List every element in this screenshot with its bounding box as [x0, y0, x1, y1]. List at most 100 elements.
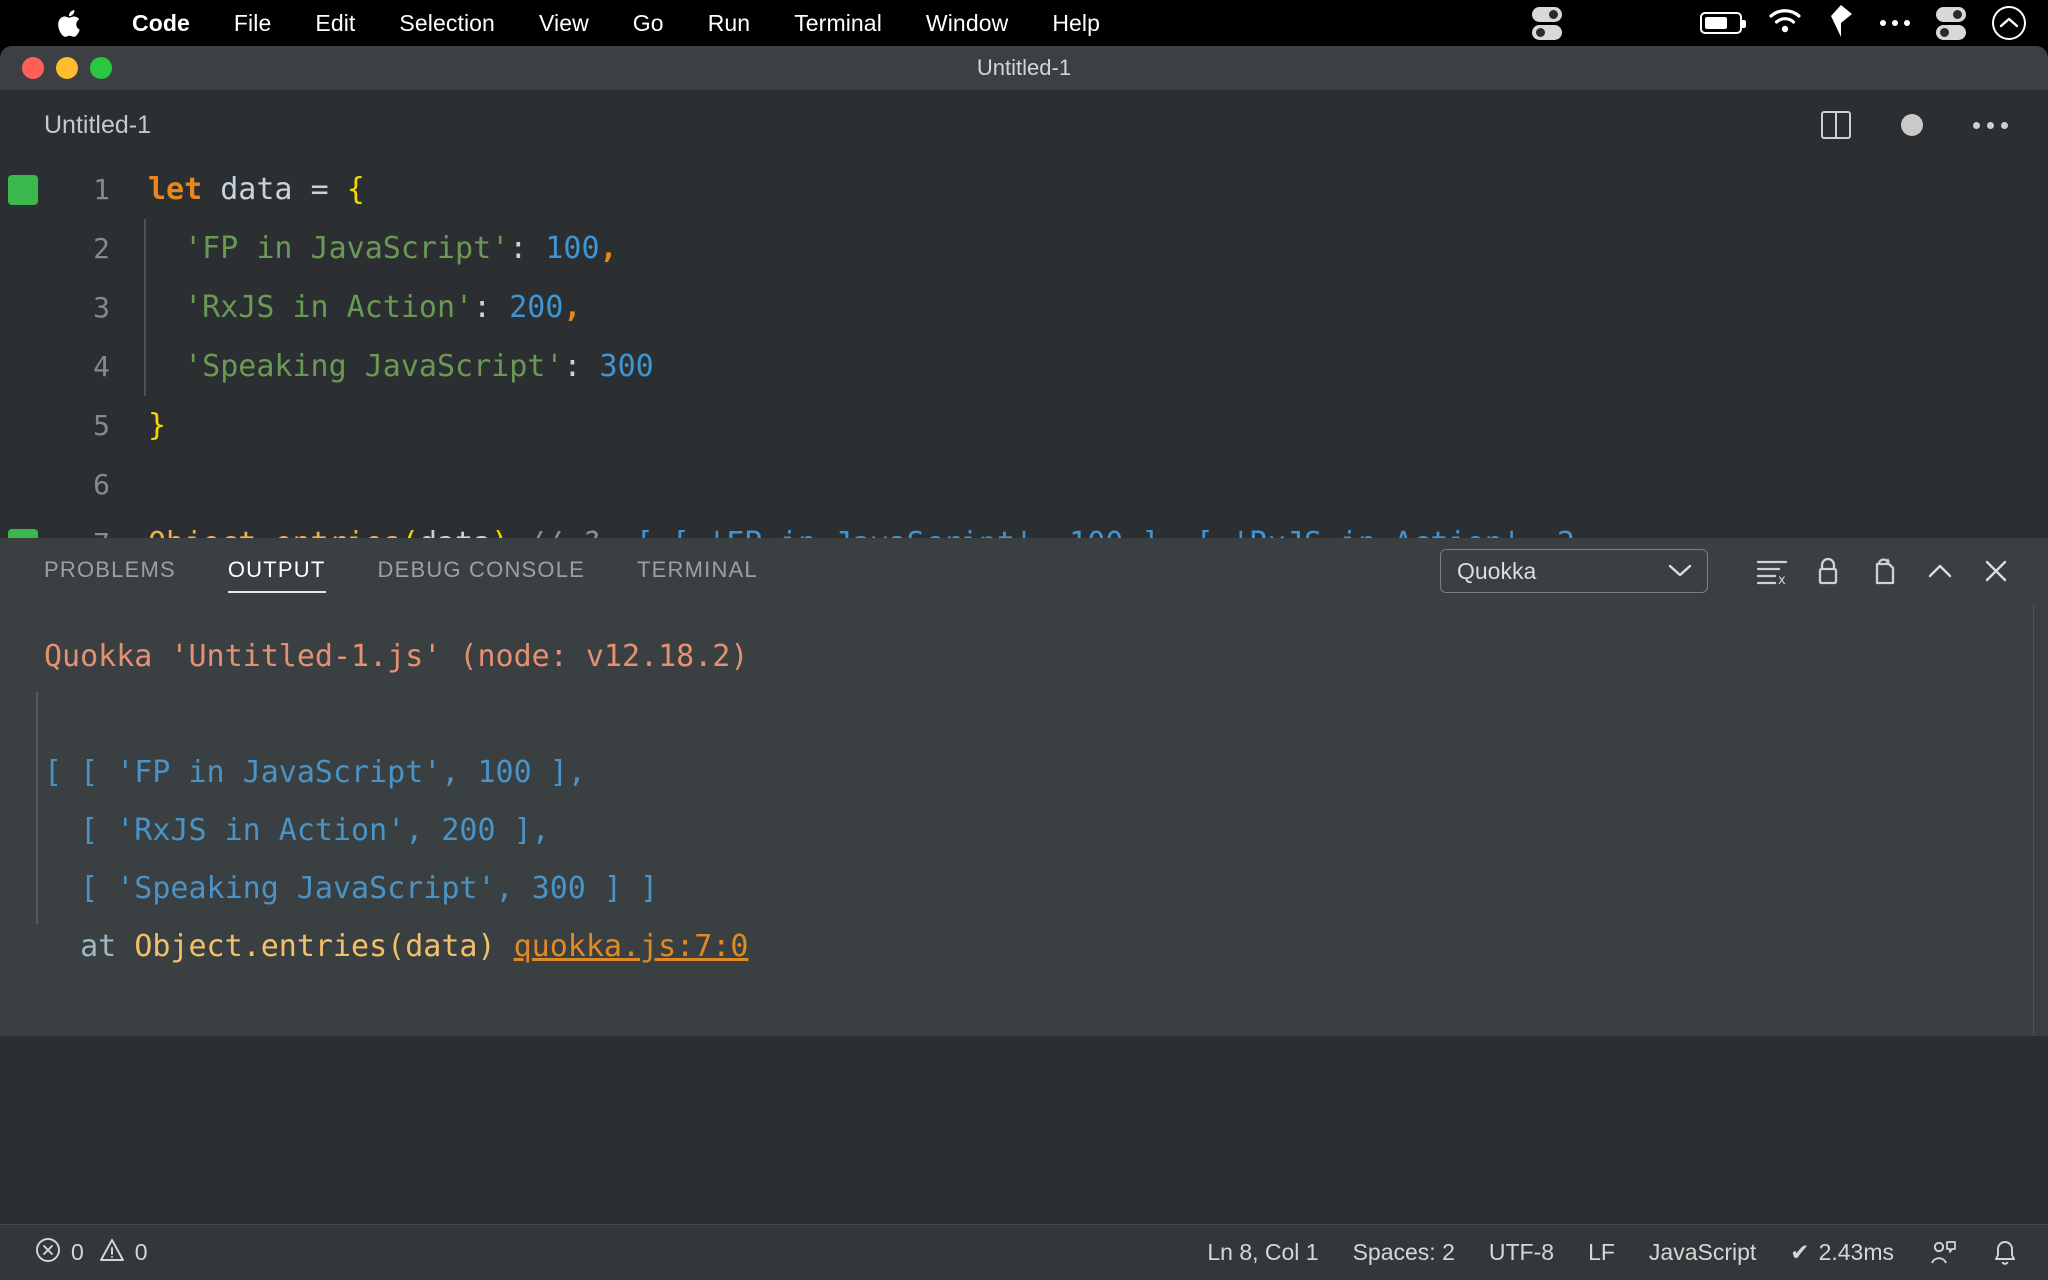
notification-bell-icon[interactable] — [1992, 1238, 2018, 1268]
feedback-person-icon[interactable] — [1928, 1238, 1958, 1268]
token-number: 300 — [599, 349, 654, 384]
status-cursor-position[interactable]: Ln 8, Col 1 — [1207, 1239, 1318, 1266]
token-number: 100 — [545, 231, 600, 266]
status-warnings[interactable]: 0 — [98, 1236, 148, 1270]
line-number: 2 — [93, 232, 110, 265]
more-actions-icon[interactable] — [1973, 121, 2008, 129]
menu-item-terminal[interactable]: Terminal — [772, 10, 904, 37]
split-editor-icon[interactable] — [1821, 111, 1851, 139]
more-dots-icon[interactable] — [1880, 20, 1910, 26]
menu-item-run[interactable]: Run — [686, 10, 773, 37]
open-in-editor-icon[interactable] — [1856, 547, 1912, 595]
code-line-7: 7 Object.entries(data) // ? [ [ 'FP in J… — [0, 514, 2048, 538]
editor-tab-untitled-1[interactable]: Untitled-1 — [0, 90, 185, 160]
warning-count: 0 — [134, 1239, 148, 1265]
lock-icon[interactable] — [1800, 547, 1856, 595]
wifi-icon[interactable] — [1768, 8, 1802, 39]
line-content[interactable]: 'FP in JavaScript': 100, — [136, 219, 2048, 278]
token-number: 200 — [509, 290, 564, 325]
tab-debug-console[interactable]: DEBUG CONSOLE — [378, 549, 586, 593]
apple-logo-icon[interactable] — [56, 8, 82, 38]
indent-guide — [144, 219, 146, 278]
indent-guide — [144, 337, 146, 396]
warning-triangle-icon — [98, 1236, 126, 1270]
line-content[interactable] — [136, 455, 2048, 514]
output-channel-value: Quokka — [1457, 557, 1537, 584]
battery-icon[interactable] — [1700, 12, 1746, 34]
output-blank-line — [44, 686, 2048, 744]
code-line-5: 5 } — [0, 396, 2048, 455]
status-bar: 0 0 Ln 8, Col 1 Spaces: 2 UTF-8 LF JavaS… — [0, 1224, 2048, 1280]
trace-source-link[interactable]: quokka.js:7:0 — [514, 929, 749, 964]
output-channel-select[interactable]: Quokka — [1440, 549, 1708, 593]
token-comment: // ? — [509, 526, 599, 538]
line-content[interactable]: } — [136, 396, 2048, 455]
output-content[interactable]: Quokka 'Untitled-1.js' (node: v12.18.2) … — [0, 604, 2048, 1036]
window-title: Untitled-1 — [976, 55, 1072, 80]
token-paren-close: ) — [491, 526, 509, 538]
line-number: 4 — [93, 350, 110, 383]
user-account-icon[interactable] — [1992, 6, 2026, 40]
clear-output-icon[interactable]: x — [1744, 547, 1800, 595]
memory-toggle-icon — [1531, 6, 1562, 40]
line-content[interactable]: let data = { — [136, 160, 2048, 219]
menu-item-view[interactable]: View — [517, 10, 611, 37]
menu-item-edit[interactable]: Edit — [293, 10, 377, 37]
output-indent-guide — [36, 692, 38, 924]
code-line-2: 2 'FP in JavaScript': 100, — [0, 219, 2048, 278]
line-content[interactable]: 'RxJS in Action': 200, — [136, 278, 2048, 337]
token-brace: { — [346, 172, 365, 207]
trace-function: Object.entries(data) — [134, 929, 514, 964]
error-count: 0 — [71, 1239, 84, 1265]
status-errors[interactable]: 0 — [34, 1236, 84, 1270]
status-language-mode[interactable]: JavaScript — [1649, 1239, 1756, 1266]
status-indentation[interactable]: Spaces: 2 — [1353, 1239, 1455, 1266]
output-result-line-3: [ 'Speaking JavaScript', 300 ] ] — [44, 871, 659, 906]
window-titlebar: Untitled-1 — [0, 46, 2048, 90]
tab-terminal[interactable]: TERMINAL — [637, 549, 758, 593]
quokka-inline-result: [ [ 'FP in JavaScript', 100 ], [ 'RxJS i… — [600, 526, 1575, 538]
close-panel-icon[interactable] — [1968, 547, 2024, 595]
svg-text:x: x — [1778, 573, 1786, 586]
line-number: 5 — [93, 409, 110, 442]
line-content[interactable]: 'Speaking JavaScript': 300 — [136, 337, 2048, 396]
token-identifier: data — [202, 172, 311, 207]
menu-item-selection[interactable]: Selection — [377, 10, 517, 37]
status-eol[interactable]: LF — [1588, 1239, 1615, 1266]
code-line-1: 1 let data = { — [0, 160, 2048, 219]
menu-item-window[interactable]: Window — [904, 10, 1030, 37]
code-line-3: 3 'RxJS in Action': 200, — [0, 278, 2048, 337]
token-operator: = — [310, 172, 347, 207]
panel-header: PROBLEMS OUTPUT DEBUG CONSOLE TERMINAL Q… — [0, 538, 2048, 604]
code-line-6: 6 — [0, 455, 2048, 514]
tab-output[interactable]: OUTPUT — [227, 549, 326, 593]
line-number: 7 — [46, 527, 136, 538]
collapse-panel-icon[interactable] — [1912, 547, 1968, 595]
control-center-icon[interactable] — [1936, 6, 1966, 40]
line-content[interactable]: Object.entries(data) // ? [ [ 'FP in Jav… — [136, 514, 2048, 538]
token-object-expression: Object.entries — [148, 526, 401, 538]
quokka-line-marker — [0, 528, 46, 538]
dropbox-icon[interactable] — [1828, 4, 1854, 42]
status-encoding[interactable]: UTF-8 — [1489, 1239, 1554, 1266]
tab-problems[interactable]: PROBLEMS — [44, 549, 176, 593]
menu-item-code[interactable]: Code — [122, 10, 212, 37]
quokka-line-marker — [0, 174, 46, 205]
status-quokka-time[interactable]: ✔ 2.43ms — [1790, 1239, 1894, 1266]
token-string: 'Speaking JavaScript' — [184, 349, 564, 384]
token-colon: : — [473, 290, 510, 325]
check-mark-icon: ✔ — [1790, 1239, 1810, 1265]
error-circle-icon — [34, 1236, 62, 1270]
token-colon: : — [563, 349, 600, 384]
menu-item-help[interactable]: Help — [1030, 10, 1122, 37]
token-string: 'RxJS in Action' — [184, 290, 474, 325]
editor-tab-bar: Untitled-1 — [0, 90, 2048, 160]
code-editor[interactable]: 1 let data = { 2 'FP in JavaScript': 100… — [0, 160, 2048, 538]
menu-item-go[interactable]: Go — [611, 10, 686, 37]
output-trace-line: at Object.entries(data) quokka.js:7:0 — [44, 918, 2048, 976]
menu-item-file[interactable]: File — [212, 10, 293, 37]
token-string: 'FP in JavaScript' — [184, 231, 510, 266]
token-keyword: let — [148, 172, 203, 207]
unsaved-dot-icon[interactable] — [1901, 114, 1923, 136]
code-line-4: 4 'Speaking JavaScript': 300 — [0, 337, 2048, 396]
